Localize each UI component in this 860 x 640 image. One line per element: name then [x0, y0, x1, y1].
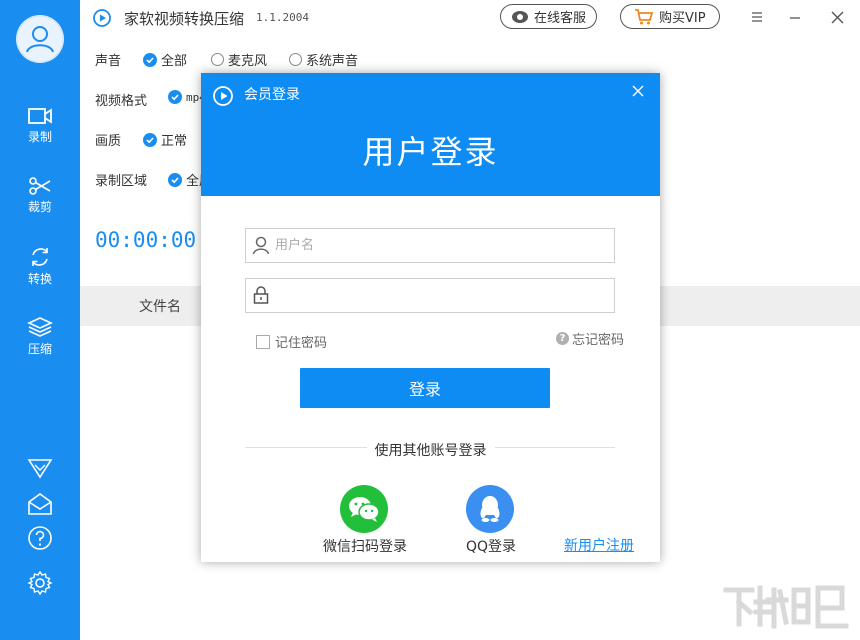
- audio-option-label: 系统声音: [306, 54, 359, 69]
- audio-option-mic[interactable]: 麦克风: [211, 50, 267, 69]
- close-button[interactable]: [826, 6, 848, 28]
- convert-icon: [32, 248, 48, 266]
- minimize-icon: [790, 17, 800, 19]
- title-bar: 家软视频转换压缩 1.1.2004 在线客服 购买VIP: [80, 0, 860, 36]
- dialog-title: 会员登录: [244, 87, 300, 103]
- app-version: 1.1.2004: [256, 11, 309, 24]
- site-watermark-logo: [723, 585, 849, 629]
- check-icon: [168, 172, 182, 187]
- audio-option-label: 全部: [161, 54, 188, 69]
- close-icon: [632, 85, 644, 97]
- checkbox-icon: [256, 334, 270, 349]
- buy-vip-button[interactable]: 购买VIP: [620, 4, 720, 29]
- wechat-login-button[interactable]: [340, 485, 388, 533]
- online-service-button[interactable]: 在线客服: [500, 4, 598, 29]
- audio-option-label: 麦克风: [228, 54, 268, 69]
- mail-icon: [28, 493, 52, 515]
- dialog-close-button[interactable]: [628, 81, 648, 101]
- app-logo-icon: [93, 9, 111, 27]
- format-label: 视频格式: [95, 94, 148, 109]
- login-dialog-header: 会员登录 用户登录: [201, 73, 660, 196]
- check-icon: [143, 52, 157, 67]
- message-button[interactable]: [26, 490, 54, 518]
- qq-login-button[interactable]: [466, 485, 514, 533]
- sidebar-item-record[interactable]: 录制: [0, 106, 80, 158]
- wechat-login-label[interactable]: 微信扫码登录: [315, 536, 415, 556]
- login-button[interactable]: 登录: [300, 368, 550, 408]
- online-service-label: 在线客服: [534, 11, 587, 26]
- forgot-password-link[interactable]: ? 忘记密码: [556, 329, 624, 348]
- qq-icon: [480, 496, 500, 522]
- service-icon: [511, 10, 529, 24]
- lock-icon: [253, 286, 269, 304]
- other-login-label: 使用其他账号登录: [201, 440, 660, 460]
- login-heading: 用户登录: [362, 133, 499, 171]
- sidebar-item-label: 压缩: [27, 342, 52, 356]
- remember-password-checkbox[interactable]: 记住密码: [256, 332, 327, 351]
- column-filename: 文件名: [139, 299, 181, 315]
- help-icon: [28, 526, 52, 550]
- check-icon: [168, 90, 182, 104]
- vip-diamond-button[interactable]: [26, 454, 54, 482]
- menu-icon: [752, 12, 762, 22]
- password-input[interactable]: [275, 281, 605, 310]
- qq-login-label[interactable]: QQ登录: [451, 536, 531, 556]
- question-icon: ?: [556, 332, 569, 345]
- sidebar-item-crop[interactable]: 裁剪: [0, 176, 80, 228]
- user-avatar-icon: [16, 15, 64, 63]
- register-link[interactable]: 新用户注册: [564, 535, 634, 555]
- remember-password-label: 记住密码: [275, 336, 328, 351]
- record-timer: 00:00:00: [95, 228, 197, 252]
- minimize-button[interactable]: [784, 6, 806, 28]
- settings-button[interactable]: [26, 569, 54, 597]
- scissors-icon: [29, 177, 51, 195]
- audio-label: 声音: [95, 54, 122, 69]
- help-button[interactable]: [26, 524, 54, 552]
- settings-icon: [27, 570, 53, 596]
- close-icon: [831, 11, 843, 23]
- cart-icon: [634, 8, 654, 26]
- sidebar-item-label: 录制: [27, 130, 52, 144]
- radio-icon: [289, 53, 302, 66]
- layers-icon: [27, 317, 53, 337]
- quality-value: 正常: [161, 134, 188, 149]
- camera-icon: [28, 108, 52, 124]
- forgot-password-label: 忘记密码: [572, 333, 625, 348]
- password-field[interactable]: [245, 278, 615, 313]
- diamond-icon: [27, 459, 53, 479]
- menu-button[interactable]: [746, 6, 768, 28]
- sidebar-item-label: 裁剪: [27, 200, 52, 214]
- app-logo-icon: [213, 86, 233, 106]
- sidebar: 录制 裁剪 转换 压缩: [0, 0, 80, 640]
- sidebar-item-convert[interactable]: 转换: [0, 246, 80, 298]
- area-label: 录制区域: [95, 174, 148, 189]
- user-icon: [252, 236, 270, 255]
- avatar[interactable]: [16, 15, 64, 63]
- audio-option-system[interactable]: 系统声音: [289, 50, 358, 69]
- audio-option-all[interactable]: 全部: [143, 50, 187, 69]
- wechat-icon: [349, 497, 380, 522]
- quality-option[interactable]: 正常: [143, 130, 187, 149]
- radio-icon: [211, 53, 224, 66]
- app-title: 家软视频转换压缩: [124, 10, 245, 28]
- login-dialog: 会员登录 用户登录 记住密码 ? 忘记密码 登录 使用其他账号登录: [201, 73, 660, 562]
- username-field[interactable]: [245, 228, 615, 263]
- buy-vip-label: 购买VIP: [659, 11, 706, 26]
- username-input[interactable]: [275, 231, 605, 260]
- sidebar-item-compress[interactable]: 压缩: [0, 316, 80, 368]
- sidebar-item-label: 转换: [27, 272, 52, 286]
- other-login-text: 使用其他账号登录: [366, 443, 495, 459]
- check-icon: [143, 132, 157, 147]
- quality-label: 画质: [95, 134, 122, 149]
